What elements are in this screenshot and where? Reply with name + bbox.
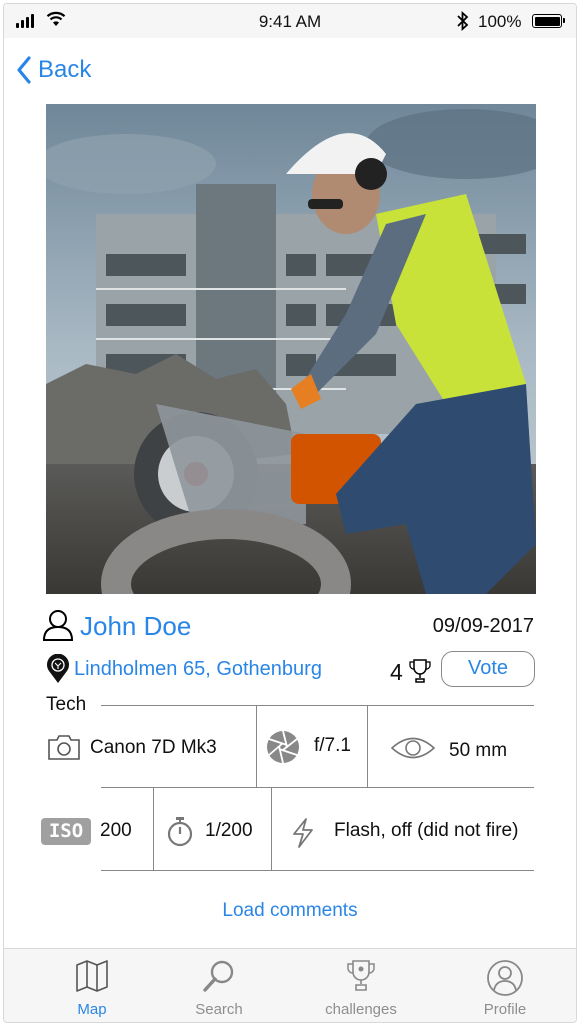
location-pin-icon bbox=[47, 654, 69, 683]
tab-challenges[interactable]: challenges bbox=[311, 949, 411, 1022]
aperture-icon bbox=[267, 730, 299, 764]
chevron-left-icon bbox=[17, 56, 31, 84]
tab-label: challenges bbox=[325, 1001, 397, 1018]
tab-bar: Map Search challenges Profile bbox=[4, 948, 576, 1022]
bluetooth-icon bbox=[457, 11, 469, 31]
divider bbox=[153, 788, 154, 870]
search-icon bbox=[203, 960, 234, 992]
tech-heading: Tech bbox=[46, 694, 87, 715]
tab-map[interactable]: Map bbox=[42, 949, 142, 1022]
divider bbox=[256, 705, 257, 787]
back-label: Back bbox=[38, 56, 92, 83]
phone-frame: 9:41 AM 100% Back John Doe 09/09-2017 Li… bbox=[3, 3, 577, 1023]
battery-icon bbox=[532, 14, 565, 28]
tab-search[interactable]: Search bbox=[169, 949, 269, 1022]
divider bbox=[367, 705, 368, 787]
map-icon bbox=[76, 960, 108, 992]
worker-with-saw-photo[interactable] bbox=[46, 104, 536, 594]
vote-button[interactable]: Vote bbox=[441, 651, 535, 687]
iso-badge: ISO bbox=[41, 818, 91, 845]
tab-label: Profile bbox=[483, 1001, 527, 1018]
tab-label: Map bbox=[77, 1001, 107, 1018]
camera-icon bbox=[48, 735, 80, 760]
trophy-icon bbox=[409, 659, 431, 683]
iso-value: 200 bbox=[100, 820, 132, 841]
load-comments-button[interactable]: Load comments bbox=[4, 900, 576, 922]
flash-value: Flash, off (did not fire) bbox=[334, 820, 519, 841]
user-icon bbox=[42, 610, 74, 641]
timer-icon bbox=[167, 817, 193, 847]
focal-length: 50 mm bbox=[449, 740, 508, 761]
back-button[interactable]: Back bbox=[16, 56, 91, 84]
profile-icon bbox=[487, 960, 523, 996]
aperture-value: f/7.1 bbox=[314, 735, 351, 756]
user-name-link[interactable]: John Doe bbox=[80, 611, 191, 642]
battery-percent: 100% bbox=[478, 12, 522, 31]
location-link[interactable]: Lindholmen 65, Gothenburg bbox=[74, 658, 322, 681]
trophy-icon bbox=[347, 960, 375, 991]
tab-profile[interactable]: Profile bbox=[455, 949, 555, 1022]
vote-count: 4 bbox=[390, 659, 403, 685]
photo-date: 09/09-2017 bbox=[432, 615, 534, 637]
divider bbox=[271, 788, 272, 870]
flash-icon bbox=[293, 818, 313, 848]
camera-model: Canon 7D Mk3 bbox=[90, 737, 217, 758]
eye-icon bbox=[390, 737, 436, 759]
shutter-speed: 1/200 bbox=[205, 820, 253, 841]
tab-label: Search bbox=[195, 1001, 243, 1018]
status-bar: 9:41 AM 100% bbox=[4, 4, 576, 38]
